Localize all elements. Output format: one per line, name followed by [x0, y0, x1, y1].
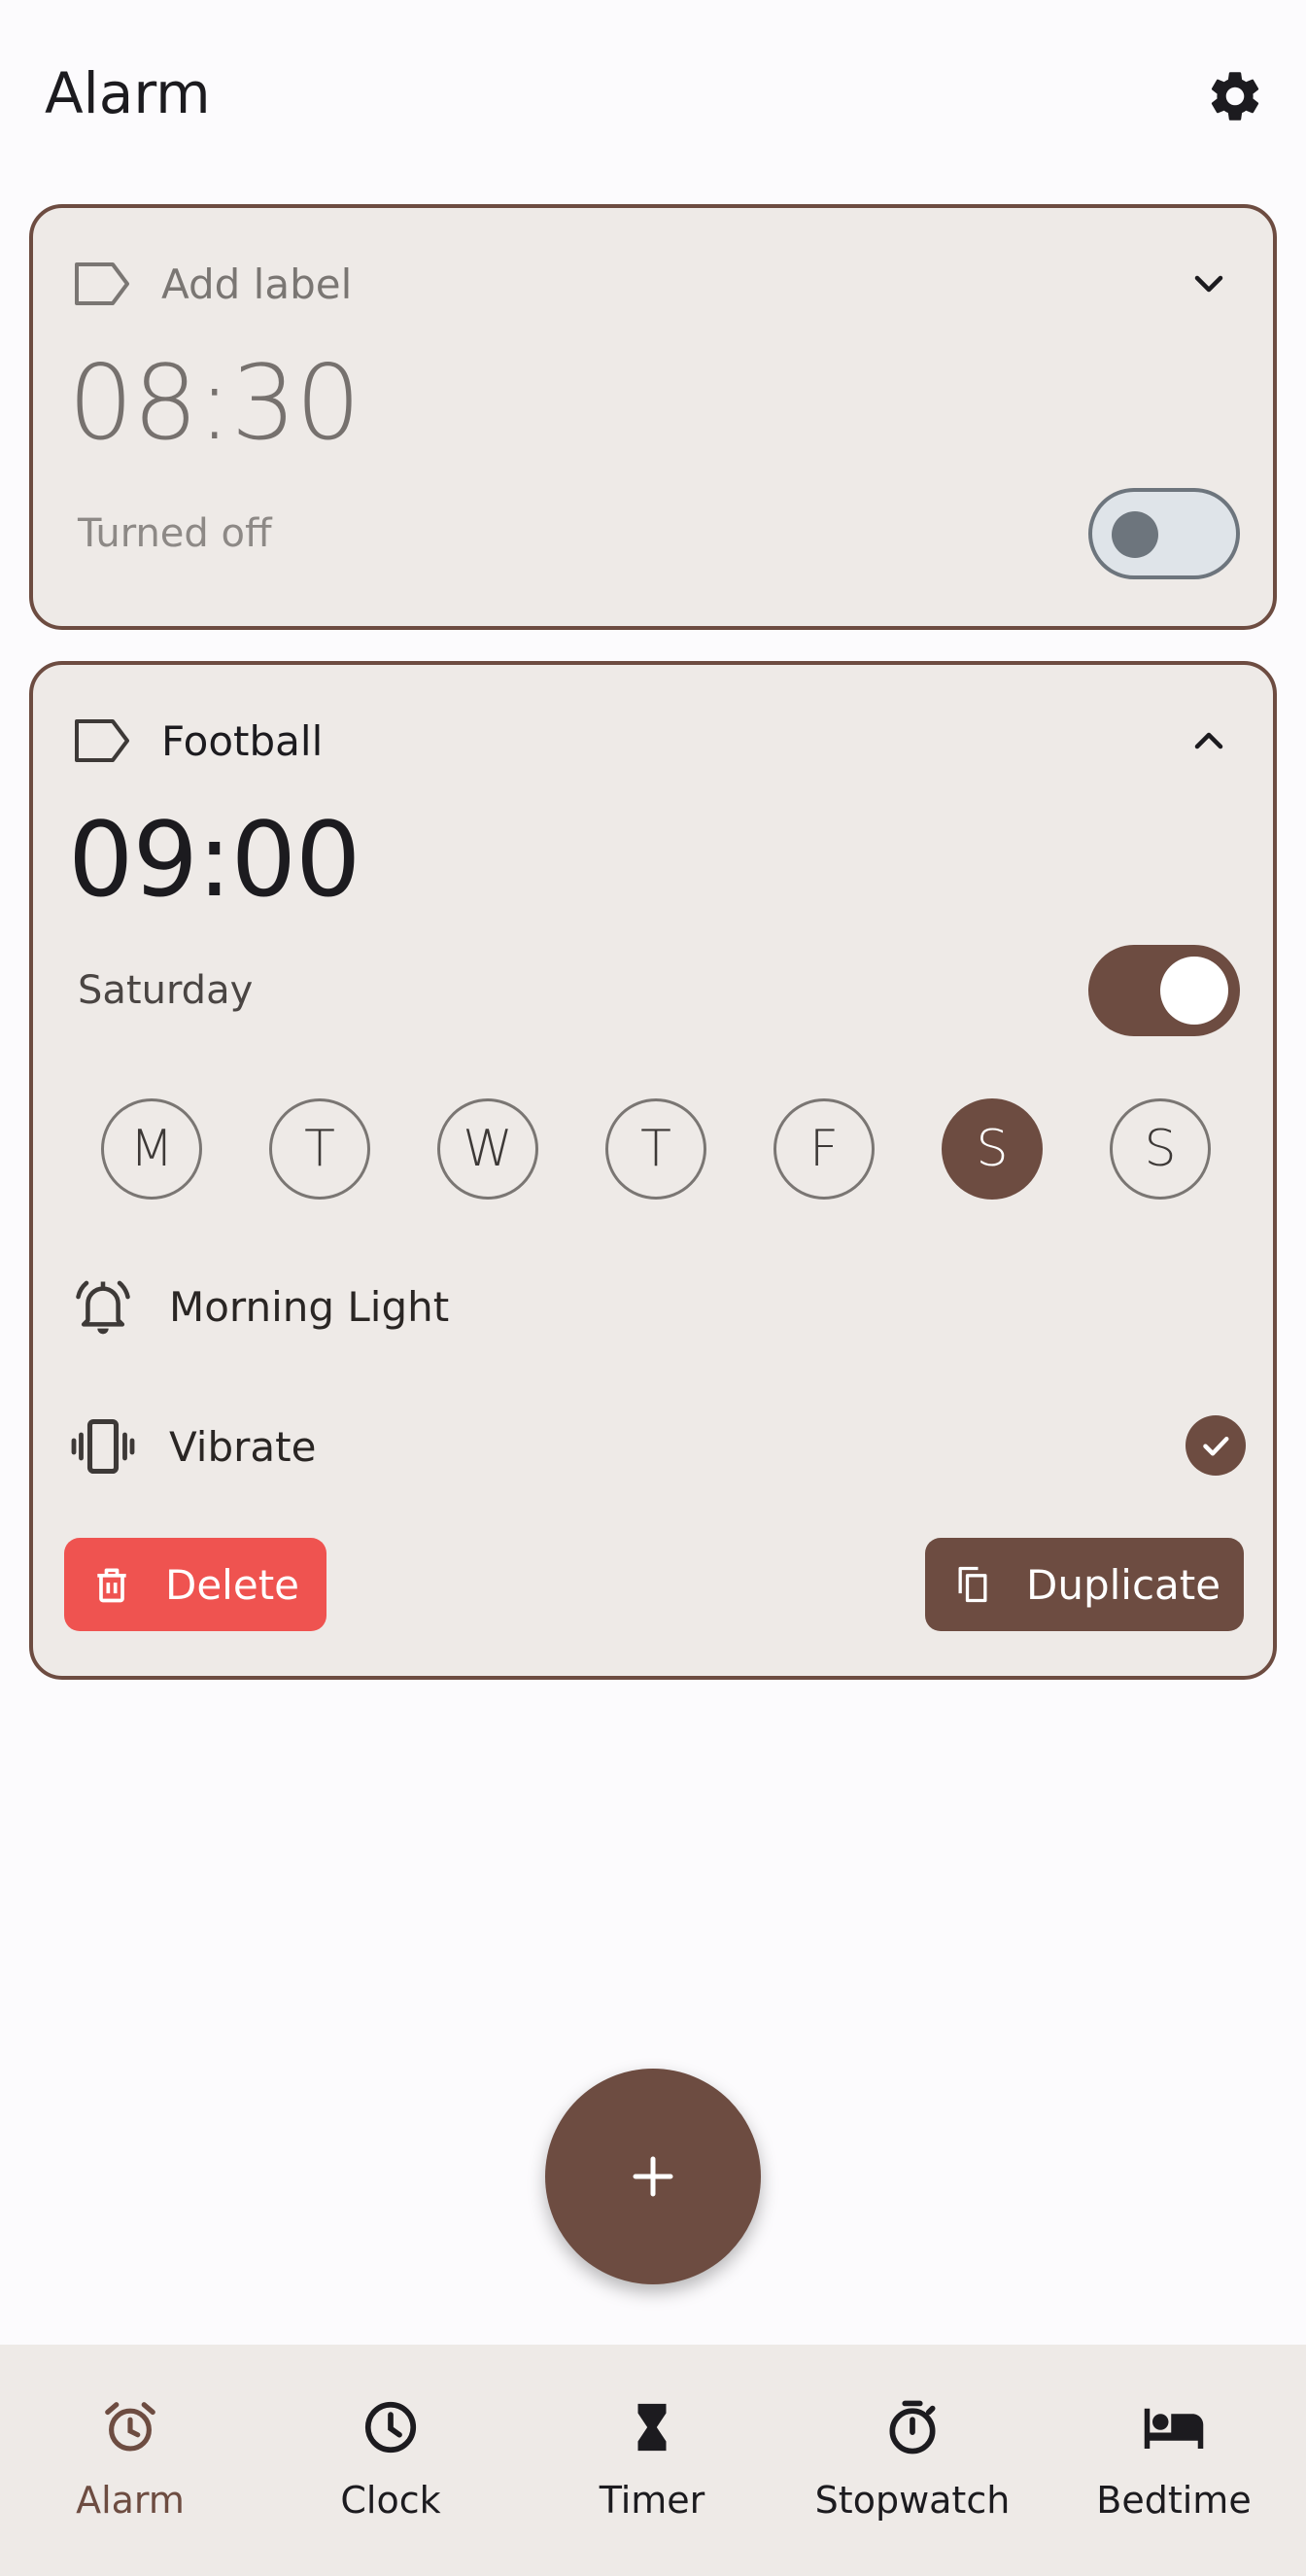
- add-alarm-button[interactable]: [545, 2069, 761, 2284]
- weekday-selector: M T W T F S S: [101, 1098, 1219, 1200]
- plus-icon: [633, 2156, 673, 2197]
- stopwatch-icon: [878, 2393, 946, 2461]
- day-toggle-sunday[interactable]: S: [1110, 1098, 1211, 1200]
- day-toggle-friday[interactable]: F: [773, 1098, 875, 1200]
- alarm-label: Add label: [161, 260, 353, 308]
- nav-item-timer[interactable]: Timer: [522, 2345, 782, 2576]
- day-toggle-wednesday[interactable]: W: [437, 1098, 538, 1200]
- delete-label: Delete: [165, 1560, 299, 1609]
- bed-icon: [1140, 2393, 1208, 2461]
- day-toggle-saturday[interactable]: S: [942, 1098, 1043, 1200]
- alarm-time[interactable]: 09:00: [68, 809, 361, 912]
- alarm-time[interactable]: 08:30: [68, 352, 361, 455]
- chevron-up-icon[interactable]: [1187, 719, 1230, 762]
- copy-icon: [950, 1562, 995, 1607]
- alarm-label: Football: [161, 716, 324, 765]
- vibrate-row[interactable]: Vibrate: [66, 1408, 1252, 1485]
- alarm-card-expanded[interactable]: Football 09:00 Saturday M T W T F S S Mo…: [29, 661, 1277, 1680]
- label-icon: [75, 719, 129, 762]
- ringtone-name: Morning Light: [169, 1282, 450, 1331]
- ringtone-row[interactable]: Morning Light: [66, 1268, 1252, 1345]
- nav-item-alarm[interactable]: Alarm: [0, 2345, 260, 2576]
- alarm-screen: Alarm Add label 08:30 Turned off Footbal…: [0, 0, 1306, 2576]
- nav-item-clock[interactable]: Clock: [260, 2345, 521, 2576]
- alarm-status: Turned off: [78, 511, 272, 556]
- clock-icon: [357, 2393, 425, 2461]
- day-toggle-monday[interactable]: M: [101, 1098, 202, 1200]
- label-icon: [75, 262, 129, 305]
- vibrate-label: Vibrate: [169, 1422, 317, 1471]
- day-toggle-tuesday[interactable]: T: [269, 1098, 370, 1200]
- alarm-schedule: Saturday: [78, 968, 254, 1013]
- duplicate-label: Duplicate: [1026, 1560, 1221, 1609]
- nav-label: Clock: [340, 2479, 441, 2522]
- day-toggle-thursday[interactable]: T: [605, 1098, 706, 1200]
- toggle-knob: [1112, 511, 1158, 558]
- add-label-button[interactable]: Add label: [72, 255, 1238, 313]
- edit-label-button[interactable]: Football: [72, 712, 1238, 770]
- alarm-toggle[interactable]: [1088, 488, 1240, 579]
- duplicate-button[interactable]: Duplicate: [925, 1538, 1244, 1631]
- vibrate-checkbox[interactable]: [1186, 1415, 1246, 1476]
- nav-label: Alarm: [76, 2479, 185, 2522]
- alarm-icon: [96, 2393, 164, 2461]
- chevron-down-icon[interactable]: [1187, 262, 1230, 305]
- page-title: Alarm: [45, 60, 211, 126]
- vibrate-icon: [66, 1410, 140, 1483]
- bottom-navigation: Alarm Clock Timer Stopwatch Bedtime: [0, 2345, 1306, 2576]
- hourglass-icon: [618, 2393, 686, 2461]
- alarm-toggle[interactable]: [1088, 945, 1240, 1036]
- nav-label: Bedtime: [1096, 2479, 1252, 2522]
- trash-icon: [89, 1562, 134, 1607]
- alarm-bell-icon: [66, 1270, 140, 1343]
- alarm-card[interactable]: Add label 08:30 Turned off: [29, 204, 1277, 630]
- settings-button[interactable]: [1203, 64, 1267, 128]
- top-app-bar: Alarm: [0, 0, 1306, 194]
- nav-label: Stopwatch: [814, 2479, 1011, 2522]
- nav-item-stopwatch[interactable]: Stopwatch: [782, 2345, 1043, 2576]
- nav-label: Timer: [599, 2479, 705, 2522]
- gear-icon: [1211, 72, 1259, 121]
- check-icon: [1203, 1437, 1229, 1456]
- toggle-knob: [1160, 957, 1228, 1025]
- delete-button[interactable]: Delete: [64, 1538, 326, 1631]
- nav-item-bedtime[interactable]: Bedtime: [1044, 2345, 1304, 2576]
